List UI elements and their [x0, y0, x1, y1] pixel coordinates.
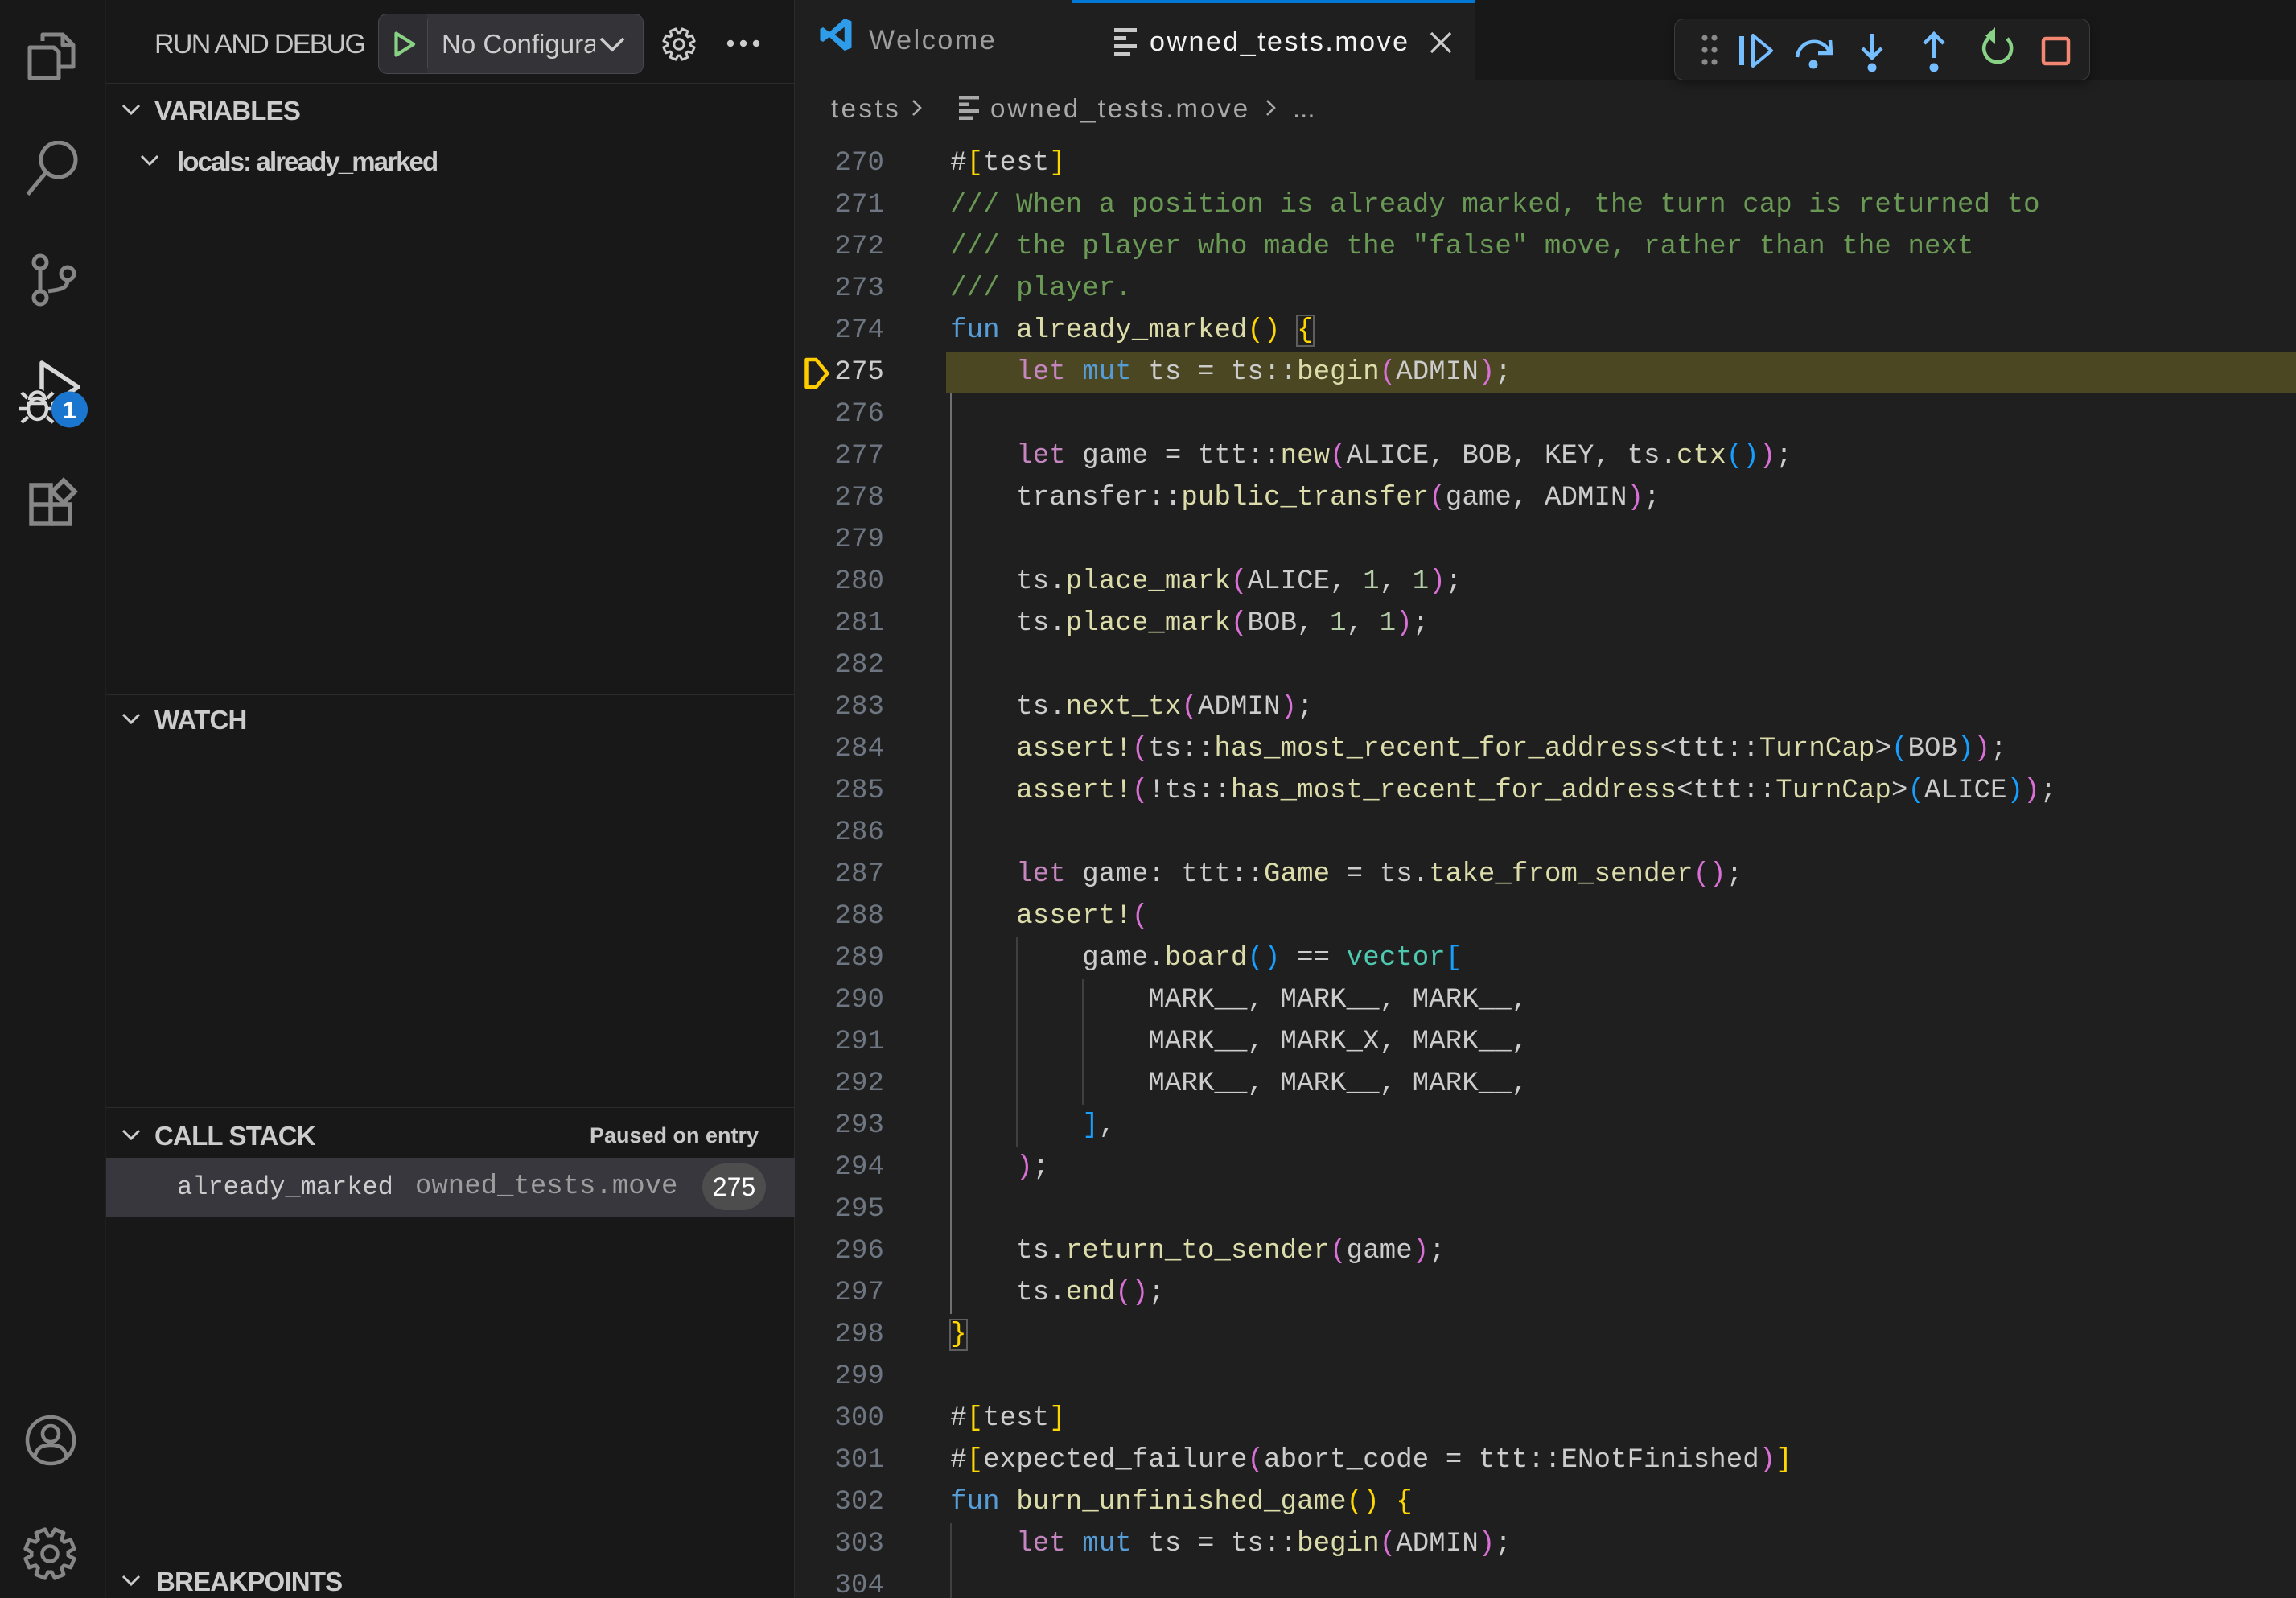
- svg-text:1: 1: [63, 396, 76, 424]
